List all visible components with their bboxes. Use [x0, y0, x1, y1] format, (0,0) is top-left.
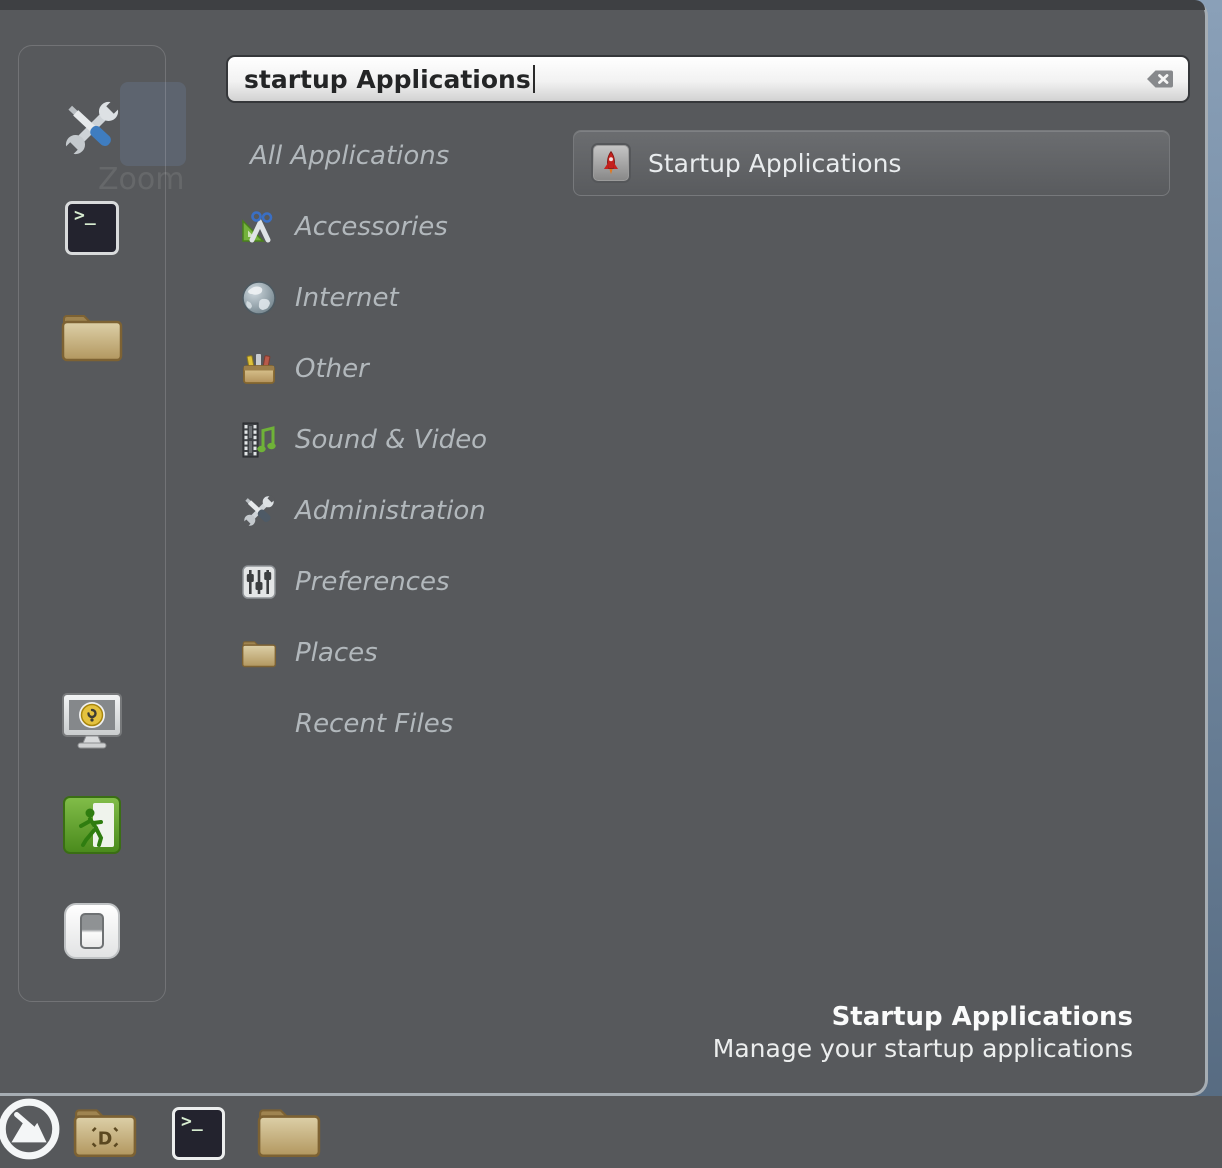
- category-label: All Applications: [250, 141, 449, 171]
- search-text: startup Applications: [244, 65, 531, 94]
- category-label: Administration: [295, 496, 486, 526]
- text-cursor: [533, 65, 535, 93]
- backspace-icon: [1146, 69, 1174, 89]
- desktop-folder-icon: D: [72, 1102, 138, 1164]
- search-input[interactable]: startup Applications: [226, 55, 1190, 103]
- clear-search-button[interactable]: [1146, 69, 1174, 89]
- category-all-applications[interactable]: All Applications: [226, 120, 566, 191]
- logout-exit-icon: [63, 796, 121, 858]
- empty-icon-slot: [240, 705, 278, 743]
- search-result-startup-applications[interactable]: Startup Applications: [573, 130, 1170, 196]
- category-recent-files[interactable]: Recent Files: [226, 688, 566, 759]
- category-administration[interactable]: Administration: [226, 475, 566, 546]
- wrench-screwdriver-icon: [240, 492, 278, 530]
- rocket-icon: [591, 143, 631, 183]
- category-accessories[interactable]: Accessories: [226, 191, 566, 262]
- terminal-icon: >_: [65, 201, 119, 255]
- terminal-button[interactable]: >_: [65, 201, 119, 255]
- menu-button[interactable]: [0, 1098, 62, 1164]
- power-switch-icon: [64, 903, 120, 959]
- category-label: Other: [295, 354, 369, 384]
- wrench-screwdriver-icon: [58, 94, 126, 166]
- mint-logo-icon: [0, 1096, 62, 1166]
- category-label: Accessories: [295, 212, 448, 242]
- lock-screen-button[interactable]: [61, 694, 123, 752]
- terminal-icon: >_: [172, 1107, 225, 1160]
- popup-top-edge: [0, 0, 1205, 10]
- category-sound-video[interactable]: Sound & Video: [226, 404, 566, 475]
- category-label: Sound & Video: [295, 425, 487, 455]
- category-label: Recent Files: [295, 709, 453, 739]
- folder-icon: [240, 634, 278, 672]
- folder-icon: [60, 307, 124, 369]
- desktop: Zoom: [0, 0, 1222, 1168]
- category-label: Places: [295, 638, 378, 668]
- file-manager-button[interactable]: [60, 309, 124, 367]
- shutdown-button[interactable]: [64, 903, 120, 959]
- filmstrip-note-icon: [240, 421, 278, 459]
- category-other[interactable]: Other: [226, 333, 566, 404]
- category-label: Internet: [295, 283, 399, 313]
- category-list: All Applications Accessories: [226, 120, 566, 759]
- category-label: Preferences: [295, 567, 450, 597]
- accessories-icon: [240, 208, 278, 246]
- selection-info: Startup Applications Manage your startup…: [713, 1002, 1133, 1064]
- category-places[interactable]: Places: [226, 617, 566, 688]
- terminal-launcher[interactable]: >_: [172, 1107, 225, 1160]
- desktop-folder-launcher[interactable]: D: [72, 1104, 138, 1162]
- category-internet[interactable]: Internet: [226, 262, 566, 333]
- result-label: Startup Applications: [648, 149, 901, 178]
- menu-sidebar: >_: [18, 45, 166, 1002]
- globe-icon: [240, 279, 278, 317]
- selection-title: Startup Applications: [713, 1002, 1133, 1033]
- toolbox-icon: [240, 350, 278, 388]
- taskbar: D >_: [0, 1096, 1222, 1168]
- lock-screen-monitor-icon: [61, 692, 123, 754]
- svg-text:D: D: [98, 1129, 113, 1149]
- selection-subtitle: Manage your startup applications: [713, 1033, 1133, 1064]
- logout-button[interactable]: [63, 798, 121, 856]
- app-menu-popup: Zoom: [0, 0, 1208, 1096]
- folder-icon: [256, 1102, 322, 1164]
- system-settings-button[interactable]: [58, 96, 126, 164]
- sliders-icon: [240, 563, 278, 601]
- files-launcher[interactable]: [256, 1104, 322, 1162]
- category-preferences[interactable]: Preferences: [226, 546, 566, 617]
